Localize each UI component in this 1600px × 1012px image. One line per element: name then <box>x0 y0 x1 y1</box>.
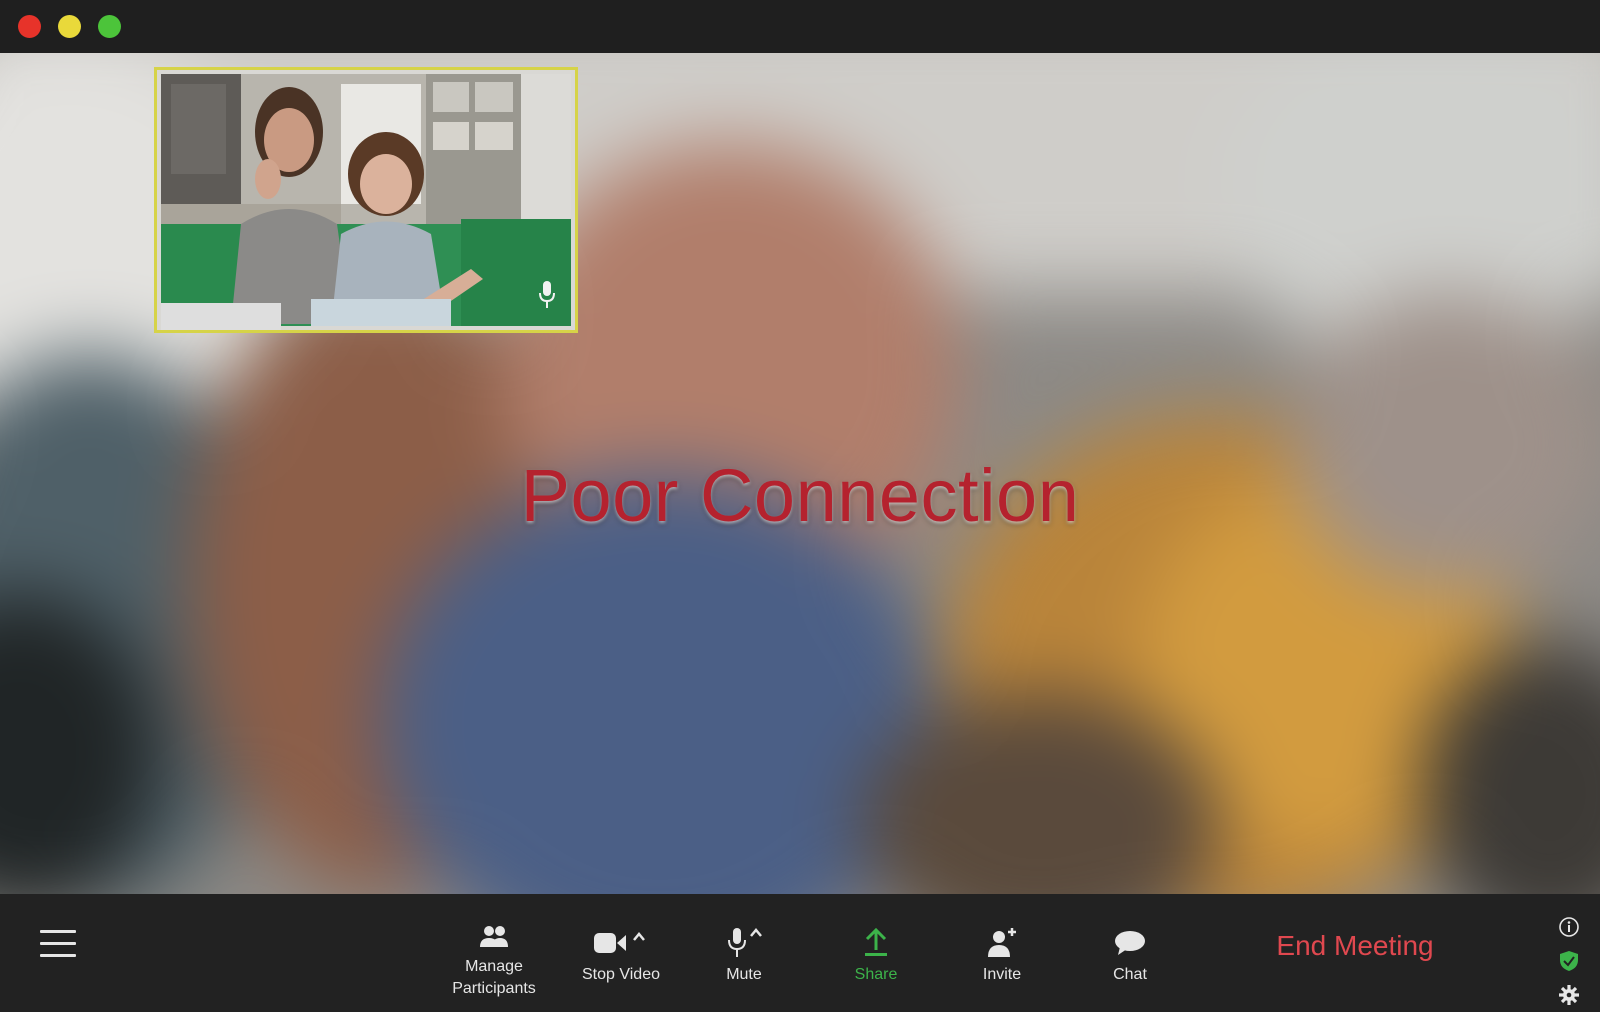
meeting-toolbar: Manage Participants Stop Video Mute Shar… <box>0 894 1600 1012</box>
mute-label: Mute <box>726 966 762 983</box>
hamburger-menu-icon[interactable] <box>40 930 76 960</box>
microphone-icon <box>724 922 764 964</box>
shield-check-icon[interactable] <box>1554 944 1584 978</box>
chat-button[interactable]: Chat <box>1080 894 1180 1012</box>
close-window-button[interactable] <box>18 15 41 38</box>
self-view-video <box>161 74 571 326</box>
minimize-window-button[interactable] <box>58 15 81 38</box>
manage-participants-label-line2: Participants <box>452 980 536 997</box>
maximize-window-button[interactable] <box>98 15 121 38</box>
share-screen-button[interactable]: Share <box>826 894 926 1012</box>
poor-connection-message: Poor Connection <box>520 454 1080 537</box>
self-view-scene <box>161 74 571 326</box>
end-meeting-button[interactable]: End Meeting <box>1240 922 1470 970</box>
microphone-icon <box>539 281 555 314</box>
invite-button[interactable]: Invite <box>952 894 1052 1012</box>
self-view-thumbnail[interactable] <box>154 67 578 333</box>
stop-video-button[interactable]: Stop Video <box>566 894 676 1012</box>
participants-icon <box>479 918 509 956</box>
gear-icon[interactable] <box>1554 978 1584 1012</box>
info-icon[interactable] <box>1554 910 1584 944</box>
manage-participants-button[interactable]: Manage Participants <box>434 894 554 1012</box>
chat-bubble-icon <box>1114 922 1146 964</box>
video-camera-icon <box>593 922 649 964</box>
invite-label: Invite <box>982 966 1022 983</box>
meeting-window: Poor Connection Manage Participants Stop… <box>0 0 1600 1012</box>
chat-label: Chat <box>1113 966 1147 983</box>
stop-video-label: Stop Video <box>582 966 660 983</box>
add-user-icon <box>986 922 1018 964</box>
manage-participants-label-line1: Manage <box>465 958 523 975</box>
mute-button[interactable]: Mute <box>694 894 794 1012</box>
share-label: Share <box>854 966 898 983</box>
share-upload-icon <box>863 922 889 964</box>
status-icons <box>1554 910 1584 1012</box>
chevron-up-icon <box>633 932 645 941</box>
title-bar <box>0 0 1600 53</box>
self-view-name-tag <box>161 303 281 330</box>
